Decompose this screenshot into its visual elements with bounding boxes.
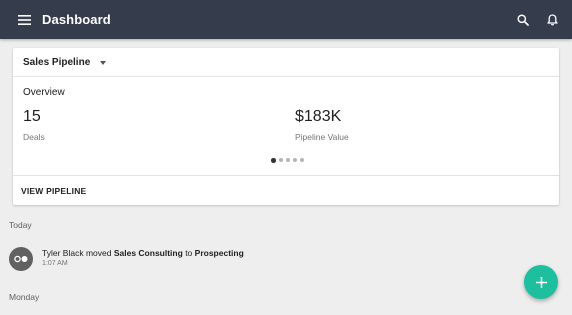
- sales-pipeline-card: Sales Pipeline Overview 15 Deals $183K P…: [13, 48, 559, 205]
- view-pipeline-link[interactable]: VIEW PIPELINE: [21, 186, 86, 196]
- page-dot[interactable]: [285, 158, 290, 163]
- deals-value: 15: [23, 108, 41, 125]
- plus-icon: [535, 276, 547, 288]
- pipeline-move-icon: [9, 247, 33, 271]
- page-dot[interactable]: [292, 158, 297, 163]
- activity-text: Tyler Black moved Sales Consulting to Pr…: [42, 248, 244, 258]
- activity-item[interactable]: Tyler Black moved Sales Consulting to Pr…: [9, 247, 529, 273]
- pipeline-value: $183K: [295, 108, 342, 125]
- pipeline-value-label: Pipeline Value: [295, 132, 349, 142]
- activity-subject[interactable]: Sales Consulting: [114, 248, 183, 258]
- top-app-bar: Dashboard: [0, 0, 572, 39]
- activity-timestamp: 1:07 AM: [42, 260, 68, 267]
- add-fab-button[interactable]: [524, 265, 558, 299]
- bell-icon: [546, 13, 558, 25]
- deals-metric: 15 Deals: [23, 108, 45, 142]
- activity-actor[interactable]: Tyler Black: [42, 248, 84, 258]
- pipeline-dropdown[interactable]: Sales Pipeline: [13, 48, 559, 77]
- search-icon: [517, 13, 529, 26]
- activity-verb: moved: [85, 248, 112, 258]
- page-dot[interactable]: [271, 158, 276, 163]
- caret-down-icon: [100, 60, 107, 65]
- page-dot[interactable]: [278, 158, 283, 163]
- activity-target[interactable]: Prospecting: [195, 248, 244, 258]
- page-title: Dashboard: [42, 12, 111, 27]
- menu-icon: [17, 14, 31, 25]
- overview-heading: Overview: [23, 87, 65, 98]
- page-indicator[interactable]: [271, 158, 304, 163]
- activity-preposition: to: [185, 248, 193, 258]
- page-dot[interactable]: [299, 158, 304, 163]
- feed-section-monday: Monday: [9, 292, 40, 302]
- pipeline-dropdown-label: Sales Pipeline: [23, 56, 91, 68]
- deals-label: Deals: [23, 132, 45, 142]
- app-root: Dashboard Sales Pipeline Overview 15 Dea…: [0, 0, 572, 315]
- pipeline-value-metric: $183K Pipeline Value: [295, 108, 349, 142]
- notifications-button[interactable]: [541, 9, 563, 31]
- card-footer: VIEW PIPELINE: [13, 175, 559, 205]
- menu-button[interactable]: [13, 9, 35, 31]
- search-button[interactable]: [512, 9, 534, 31]
- feed-section-today: Today: [9, 220, 32, 230]
